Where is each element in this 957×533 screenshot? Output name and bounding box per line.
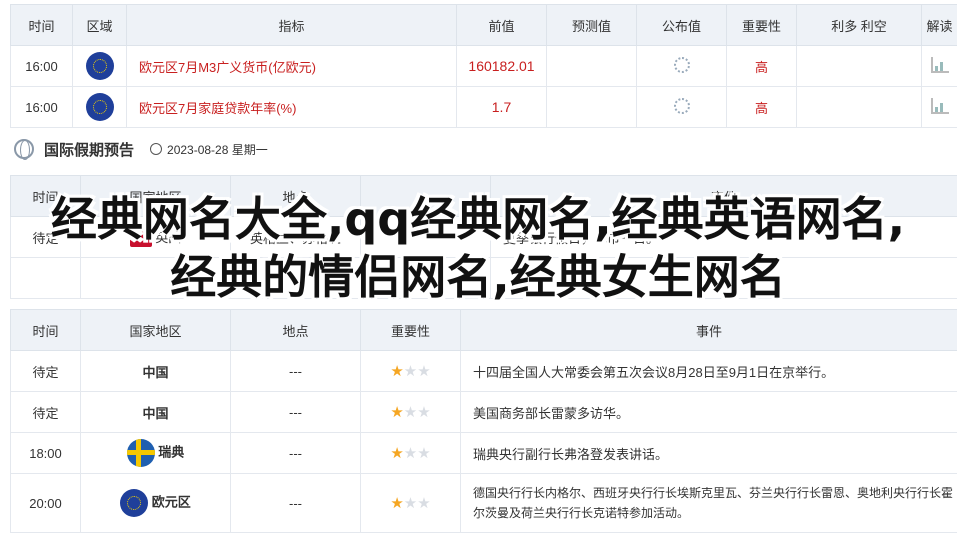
star-icon: ★ [417, 363, 430, 380]
col-actual: 公布值 [637, 5, 727, 46]
place-cell: --- [231, 474, 361, 533]
place-cell: --- [231, 351, 361, 392]
prev-value: 1.7 [457, 87, 547, 128]
col-country: 国家地区 [81, 310, 231, 351]
col-region: 区域 [73, 5, 127, 46]
eu-flag-icon [86, 52, 114, 80]
time-cell: 16:00 [11, 46, 73, 87]
importance-stars: ★★★ [361, 433, 461, 474]
star-icon: ★ [404, 445, 417, 462]
loading-icon [674, 98, 690, 114]
country-cell: 中国 [81, 392, 231, 433]
time-cell: 待定 [11, 392, 81, 433]
col-time: 时间 [11, 310, 81, 351]
prev-value: 160182.01 [457, 46, 547, 87]
events-table: 时间 国家地区 地点 重要性 事件 待定 中国 --- ★★★ 十四届全国人大常… [10, 309, 957, 533]
indicator-link[interactable]: 欧元区7月家庭贷款年率(%) [127, 87, 457, 128]
col-analysis: 解读 [922, 5, 957, 46]
table-row: 待定 中国 --- ★★★ 美国商务部长雷蒙多访华。 [11, 392, 957, 433]
col-impact: 利多 利空 [797, 5, 922, 46]
table-row: 20:00 欧元区 --- ★★★ 德国央行行长内格尔、西班牙央行行长埃斯克里瓦… [11, 474, 957, 533]
event-cell: 德国央行行长内格尔、西班牙央行行长埃斯克里瓦、芬兰央行行长雷恩、奥地利央行行长霍… [461, 474, 957, 533]
star-icon: ★ [390, 495, 403, 512]
event-cell: 美国商务部长雷蒙多访华。 [461, 392, 957, 433]
table-row: 18:00 瑞典 --- ★★★ 瑞典央行副行长弗洛登发表讲话。 [11, 433, 957, 474]
chart-icon[interactable] [931, 57, 949, 73]
star-icon: ★ [404, 495, 417, 512]
table-row[interactable]: 16:00 欧元区7月M3广义货币(亿欧元) 160182.01 高 [11, 46, 957, 87]
col-place: 地点 [231, 310, 361, 351]
importance-value: 高 [727, 46, 797, 87]
globe-icon [14, 139, 34, 159]
country-cell: 瑞典 [158, 444, 184, 459]
country-cell: 欧元区 [152, 494, 191, 509]
eu-flag-icon [120, 489, 148, 517]
col-indicator: 指标 [127, 5, 457, 46]
event-cell: 十四届全国人大常委会第五次会议8月28日至9月1日在京举行。 [461, 351, 957, 392]
table-header-row: 时间 国家地区 地点 重要性 事件 [11, 310, 957, 351]
col-time: 时间 [11, 5, 73, 46]
impact-value [797, 46, 922, 87]
overlay-title: 经典网名大全,qq经典网名,经典英语网名,经典的情侣网名,经典女生网名 [28, 190, 928, 306]
importance-stars: ★★★ [361, 392, 461, 433]
place-cell: --- [231, 392, 361, 433]
col-importance: 重要性 [727, 5, 797, 46]
time-cell: 待定 [11, 351, 81, 392]
importance-value: 高 [727, 87, 797, 128]
clock-icon [150, 143, 162, 155]
col-prev: 前值 [457, 5, 547, 46]
impact-value [797, 87, 922, 128]
star-icon: ★ [404, 363, 417, 380]
importance-stars: ★★★ [361, 351, 461, 392]
star-icon: ★ [417, 445, 430, 462]
chart-icon[interactable] [931, 98, 949, 114]
col-forecast: 预测值 [547, 5, 637, 46]
col-importance: 重要性 [361, 310, 461, 351]
star-icon: ★ [404, 404, 417, 421]
time-cell: 20:00 [11, 474, 81, 533]
time-cell: 18:00 [11, 433, 81, 474]
forecast-value [547, 87, 637, 128]
loading-icon [674, 57, 690, 73]
star-icon: ★ [417, 404, 430, 421]
table-row[interactable]: 16:00 欧元区7月家庭贷款年率(%) 1.7 高 [11, 87, 957, 128]
sweden-flag-icon [127, 439, 155, 467]
economic-calendar-table: 时间 区域 指标 前值 预测值 公布值 重要性 利多 利空 解读 16:00 欧… [10, 4, 957, 128]
table-row: 待定 中国 --- ★★★ 十四届全国人大常委会第五次会议8月28日至9月1日在… [11, 351, 957, 392]
eu-flag-icon [86, 93, 114, 121]
event-cell: 瑞典央行副行长弗洛登发表讲话。 [461, 433, 957, 474]
time-cell: 16:00 [11, 87, 73, 128]
section-date: 2023-08-28 星期一 [167, 141, 268, 158]
country-cell: 中国 [81, 351, 231, 392]
holiday-section-header: 国际假期预告 2023-08-28 星期一 [14, 135, 268, 163]
place-cell: --- [231, 433, 361, 474]
section-title: 国际假期预告 [44, 139, 134, 160]
star-icon: ★ [390, 445, 403, 462]
star-icon: ★ [390, 404, 403, 421]
forecast-value [547, 46, 637, 87]
importance-stars: ★★★ [361, 474, 461, 533]
indicator-link[interactable]: 欧元区7月M3广义货币(亿欧元) [127, 46, 457, 87]
star-icon: ★ [417, 495, 430, 512]
col-event: 事件 [461, 310, 957, 351]
table-header-row: 时间 区域 指标 前值 预测值 公布值 重要性 利多 利空 解读 [11, 5, 957, 46]
star-icon: ★ [390, 363, 403, 380]
